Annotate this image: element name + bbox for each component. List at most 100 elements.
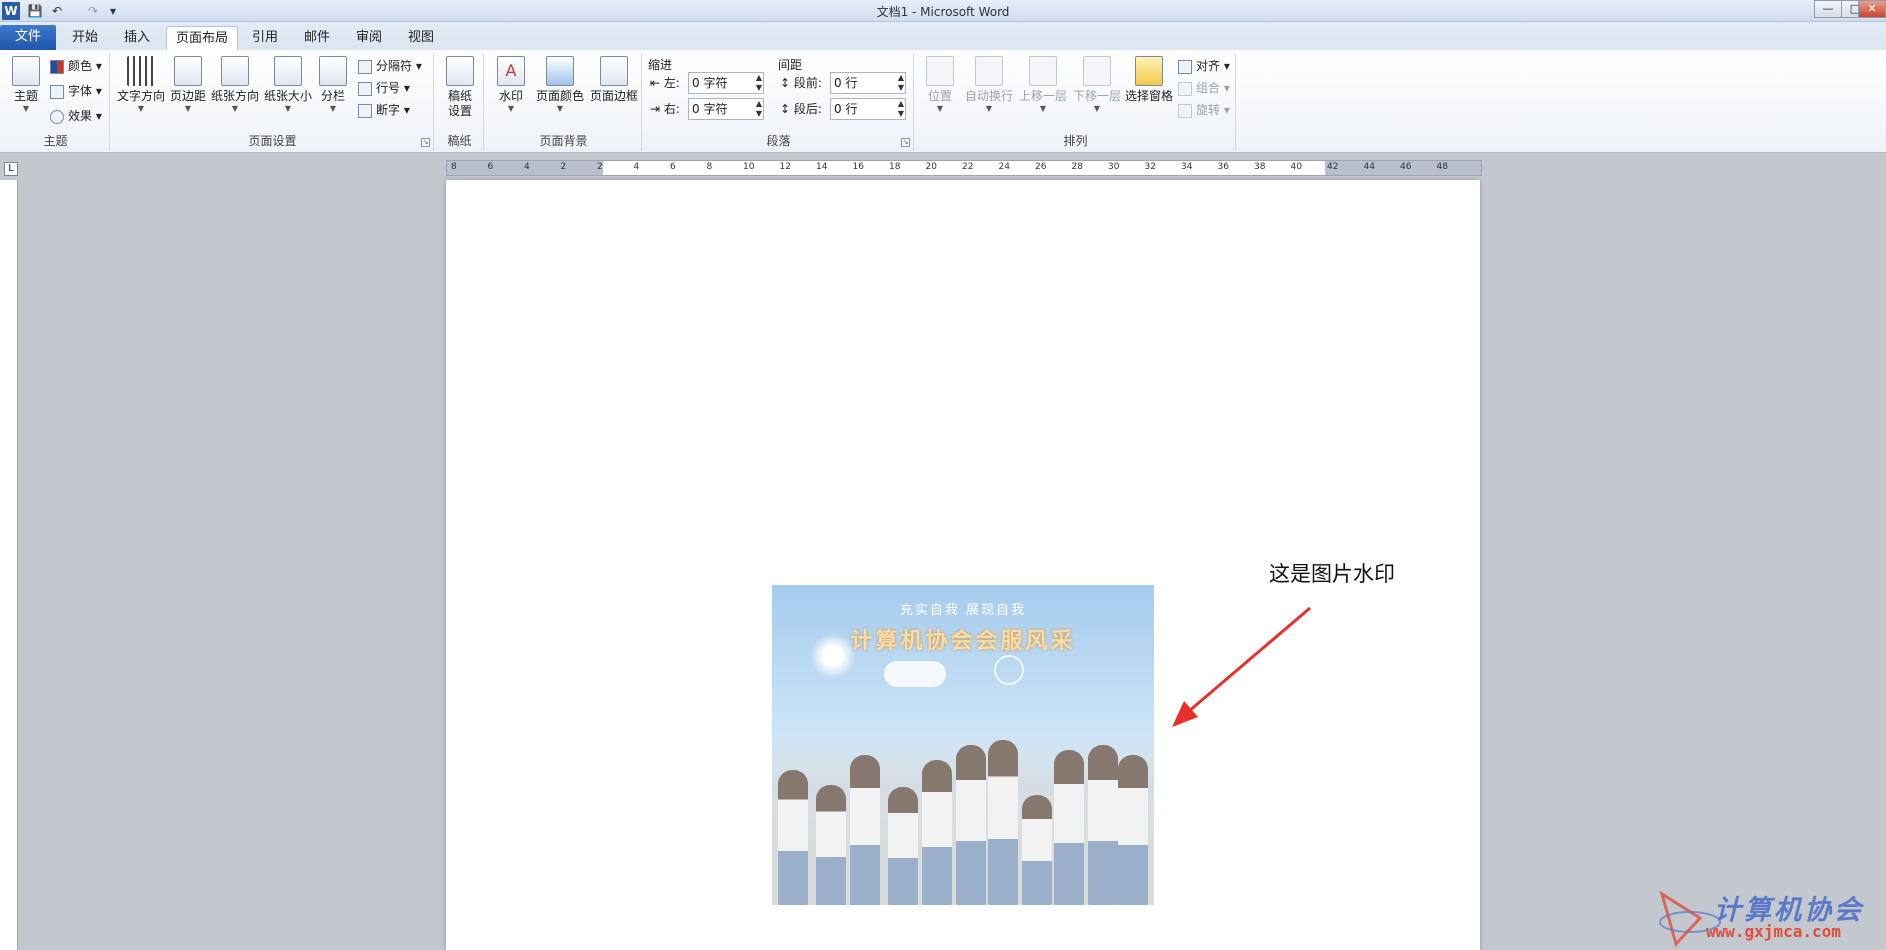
tab-mailings[interactable]: 邮件 <box>294 26 340 50</box>
ruler-number: 20 <box>925 162 937 172</box>
ruler-number: 8 <box>706 162 713 172</box>
person <box>816 785 846 905</box>
breaks-label: 分隔符 <box>376 59 413 73</box>
bring-forward-label: 上移一层 <box>1018 89 1067 103</box>
indent-left-label: ⇤ 左: <box>650 72 680 94</box>
theme-fonts-button[interactable]: 字体 ▾ <box>50 81 102 101</box>
person <box>922 760 952 905</box>
rotate-label: 旋转 <box>1196 103 1221 117</box>
group-icon <box>1178 81 1192 96</box>
dropdown-arrow-icon: ▼ <box>985 104 993 113</box>
horizontal-ruler[interactable]: 8 6 4 2 2 4 6 8 10 12 14 16 18 20 22 24 26 28 30 32 34 36 38 40… <box>446 160 1482 176</box>
breaks-button[interactable]: 分隔符 ▾ <box>358 56 422 76</box>
picture-watermark[interactable]: 充实自我 展现自我 计算机协会会服风采 <box>772 585 1154 905</box>
tab-selector-icon[interactable]: L <box>4 162 18 176</box>
spin-arrows-icon[interactable]: ▲ ▼ <box>898 99 904 119</box>
spacing-after-input[interactable]: 0 行 ▲ ▼ <box>830 98 906 120</box>
columns-icon <box>319 56 347 86</box>
ruler-number: 48 <box>1436 162 1448 172</box>
themes-button[interactable]: 主题 ▼ <box>6 56 46 114</box>
group-label-manuscript: 稿纸 <box>447 134 472 148</box>
arrange-group: 位置 ▼ 自动换行 ▼ 上移一层 ▼ 下移一层 ▼ 选择窗格 对齐 ▾ 组合 ▾… <box>916 54 1236 151</box>
group-label-paragraph: 段落 <box>766 134 791 148</box>
columns-button[interactable]: 分栏 ▼ <box>316 56 350 114</box>
site-url: www.gxjmca.com <box>1706 922 1841 941</box>
indent-right-input[interactable]: 0 字符 ▲ ▼ <box>688 98 764 120</box>
line-numbers-label: 行号 <box>376 81 401 95</box>
manuscript-icon <box>446 56 474 86</box>
ruler-number: 6 <box>670 162 676 172</box>
selection-pane-label: 选择窗格 <box>1124 89 1173 103</box>
selection-pane-button[interactable]: 选择窗格 <box>1122 56 1176 104</box>
fonts-icon <box>50 84 64 99</box>
tab-view[interactable]: 视图 <box>398 26 444 50</box>
person <box>988 740 1018 905</box>
wrap-text-icon <box>975 56 1003 86</box>
bring-forward-icon <box>1029 56 1057 86</box>
orientation-label: 纸张方向 <box>210 89 259 103</box>
dropdown-arrow-icon: ▼ <box>284 104 292 113</box>
spacing-before-input[interactable]: 0 行 ▲ ▼ <box>830 72 906 94</box>
tab-insert[interactable]: 插入 <box>114 26 160 50</box>
wrap-text-button[interactable]: 自动换行 ▼ <box>962 56 1016 114</box>
tab-page-layout[interactable]: 页面布局 <box>166 26 238 50</box>
spin-arrows-icon[interactable]: ▲ ▼ <box>756 99 762 119</box>
hyphenation-icon <box>358 103 372 118</box>
send-backward-button[interactable]: 下移一层 ▼ <box>1070 56 1124 114</box>
page-color-button[interactable]: 页面颜色 ▼ <box>534 56 586 114</box>
ruler-number: 16 <box>852 162 864 172</box>
line-numbers-button[interactable]: 行号 ▾ <box>358 78 410 98</box>
spin-arrows-icon[interactable]: ▲ ▼ <box>756 73 762 93</box>
group-label-arrange: 排列 <box>1063 134 1088 148</box>
align-button[interactable]: 对齐 ▾ <box>1178 56 1230 76</box>
group-objects-button[interactable]: 组合 ▾ <box>1178 78 1230 98</box>
person <box>1022 795 1052 905</box>
spacing-before-label-text: 段前: <box>793 76 822 90</box>
ruler-number: 2 <box>597 162 603 172</box>
columns-label: 分栏 <box>320 89 345 103</box>
dropdown-arrow-icon: ▼ <box>1093 104 1101 113</box>
ruler-number: 4 <box>633 162 640 172</box>
paragraph-launcher-icon[interactable]: ↘ <box>901 138 910 147</box>
bubble-graphic <box>994 655 1024 685</box>
watermark-button[interactable]: A 水印 ▼ <box>490 56 532 114</box>
theme-effects-button[interactable]: 效果 ▾ <box>50 106 102 126</box>
page-color-label: 页面颜色 <box>535 89 584 103</box>
page-borders-button[interactable]: 页面边框 <box>588 56 640 104</box>
colors-label: 颜色 <box>68 59 93 73</box>
ruler-number: 36 <box>1217 162 1229 172</box>
position-button[interactable]: 位置 ▼ <box>920 56 960 114</box>
position-label: 位置 <box>927 89 952 103</box>
bring-forward-button[interactable]: 上移一层 ▼ <box>1016 56 1070 114</box>
page-setup-launcher-icon[interactable]: ↘ <box>421 138 430 147</box>
dropdown-arrow-icon: ▼ <box>507 104 515 113</box>
spacing-before-icon: ↕ <box>780 76 794 90</box>
cloud-graphic <box>884 661 946 687</box>
spin-arrows-icon[interactable]: ▲ ▼ <box>898 73 904 93</box>
indent-right-label-text: 右: <box>663 102 680 116</box>
orientation-button[interactable]: 纸张方向 ▼ <box>210 56 260 114</box>
text-direction-icon <box>127 56 155 86</box>
margins-icon <box>174 56 202 86</box>
theme-icon <box>12 56 40 86</box>
text-direction-button[interactable]: 文字方向 ▼ <box>116 56 166 114</box>
indent-left-input[interactable]: 0 字符 ▲ ▼ <box>688 72 764 94</box>
minimize-button[interactable]: — <box>1814 0 1842 18</box>
close-button[interactable]: ✕ <box>1858 0 1886 18</box>
tab-home[interactable]: 开始 <box>62 26 108 50</box>
rotate-button[interactable]: 旋转 ▾ <box>1178 100 1230 120</box>
manuscript-settings-button[interactable]: 稿纸 设置 <box>440 56 480 119</box>
ruler-number: 6 <box>487 162 494 172</box>
size-button[interactable]: 纸张大小 ▼ <box>262 56 314 114</box>
dropdown-arrow-icon: ▼ <box>137 104 145 113</box>
ruler-number: 26 <box>1035 162 1047 172</box>
margins-button[interactable]: 页边距 ▼ <box>168 56 208 114</box>
tab-file[interactable]: 文件 <box>0 25 56 50</box>
theme-colors-button[interactable]: 颜色 ▾ <box>50 56 102 76</box>
tab-review[interactable]: 审阅 <box>346 26 392 50</box>
effects-icon <box>50 109 64 124</box>
hyphenation-button[interactable]: 断字 ▾ <box>358 100 410 120</box>
tab-references[interactable]: 引用 <box>242 26 288 50</box>
vertical-ruler[interactable] <box>0 180 18 950</box>
watermark-label: 水印 <box>498 89 523 103</box>
